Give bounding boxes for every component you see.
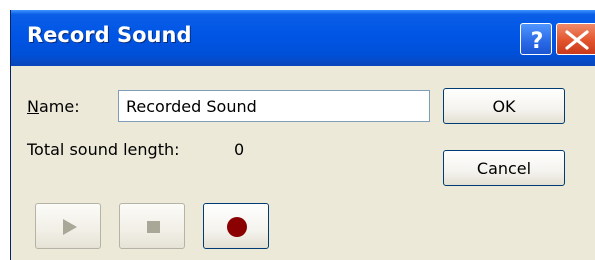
play-icon — [63, 219, 77, 235]
name-label-rest: ame: — [38, 97, 80, 116]
close-button[interactable] — [556, 23, 595, 55]
name-label-mnemonic: N — [27, 97, 39, 116]
ok-button[interactable]: OK — [443, 88, 565, 124]
total-length-value: 0 — [234, 140, 245, 159]
cancel-button[interactable]: Cancel — [443, 150, 565, 186]
name-input[interactable] — [118, 90, 430, 122]
stop-icon — [147, 221, 160, 233]
help-button[interactable]: ? — [520, 23, 552, 55]
title-bar[interactable]: Record Sound ? — [11, 10, 595, 66]
record-button[interactable] — [203, 203, 269, 249]
play-button[interactable] — [35, 203, 101, 249]
close-x-icon — [565, 30, 589, 50]
help-question-icon: ? — [531, 29, 544, 54]
record-icon — [227, 217, 247, 237]
total-length-label: Total sound length: — [27, 140, 180, 159]
window-title: Record Sound — [27, 23, 192, 47]
name-label: Name: — [27, 97, 80, 116]
svg-text:?: ? — [531, 29, 544, 54]
stop-button[interactable] — [119, 203, 185, 249]
record-sound-dialog: Record Sound ? Name: Total sound length:… — [10, 10, 595, 260]
